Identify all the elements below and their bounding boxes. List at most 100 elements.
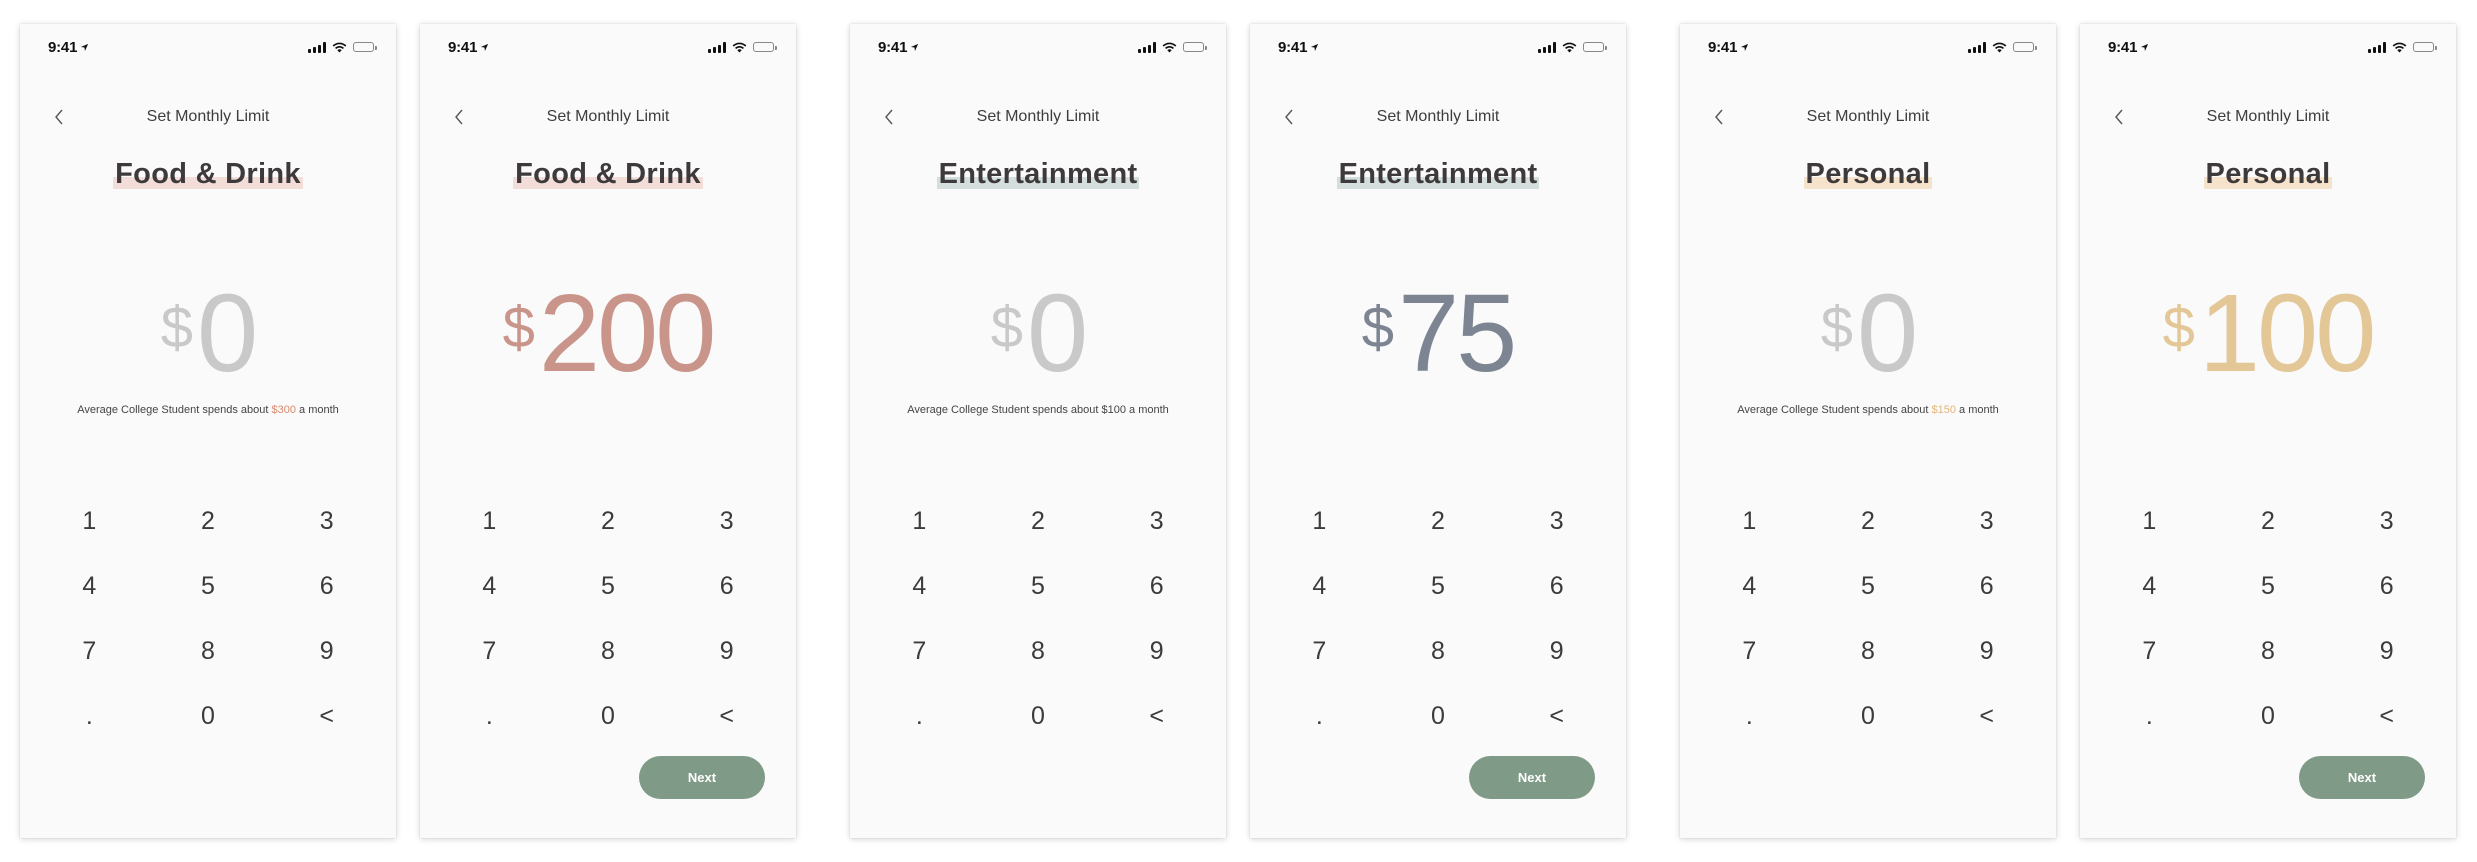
key-9[interactable]: 9 <box>667 619 786 684</box>
key-4[interactable]: 4 <box>430 554 549 619</box>
key-backspace[interactable]: < <box>1497 684 1616 749</box>
key-2[interactable]: 2 <box>1809 489 1928 554</box>
number-keypad: 1 2 3 4 5 6 7 8 9 . 0 < <box>30 489 386 749</box>
status-bar: 9:41 <box>1708 37 2037 57</box>
key-decimal[interactable]: . <box>30 684 149 749</box>
key-1[interactable]: 1 <box>2090 489 2209 554</box>
next-button[interactable]: Next <box>1469 756 1595 799</box>
key-4[interactable]: 4 <box>1690 554 1809 619</box>
key-decimal[interactable]: . <box>1690 684 1809 749</box>
key-backspace[interactable]: < <box>667 684 786 749</box>
key-2[interactable]: 2 <box>549 489 668 554</box>
key-2[interactable]: 2 <box>2209 489 2328 554</box>
key-4[interactable]: 4 <box>30 554 149 619</box>
key-7[interactable]: 7 <box>860 619 979 684</box>
next-button[interactable]: Next <box>639 756 765 799</box>
key-6[interactable]: 6 <box>1497 554 1616 619</box>
key-1[interactable]: 1 <box>1260 489 1379 554</box>
key-3[interactable]: 3 <box>1927 489 2046 554</box>
nav-bar: Set Monthly Limit <box>1680 104 2056 130</box>
location-arrow-icon <box>1741 43 1749 51</box>
category-title: Food & Drink <box>113 158 303 190</box>
key-6[interactable]: 6 <box>667 554 786 619</box>
key-1[interactable]: 1 <box>860 489 979 554</box>
key-decimal[interactable]: . <box>2090 684 2209 749</box>
key-2[interactable]: 2 <box>979 489 1098 554</box>
amount-display: $0 <box>1820 279 1918 389</box>
key-7[interactable]: 7 <box>430 619 549 684</box>
key-8[interactable]: 8 <box>149 619 268 684</box>
key-3[interactable]: 3 <box>1497 489 1616 554</box>
key-backspace[interactable]: < <box>1927 684 2046 749</box>
key-4[interactable]: 4 <box>860 554 979 619</box>
phone-screen-personal-filled: 9:41 Set Monthly Limit Personal $100 1 2… <box>2080 24 2456 838</box>
key-5[interactable]: 5 <box>979 554 1098 619</box>
battery-icon <box>353 42 377 52</box>
key-9[interactable]: 9 <box>267 619 386 684</box>
nav-title: Set Monthly Limit <box>976 108 1100 125</box>
key-9[interactable]: 9 <box>1097 619 1216 684</box>
average-spend-hint: Average College Student spends about $10… <box>907 404 1169 416</box>
key-8[interactable]: 8 <box>979 619 1098 684</box>
key-6[interactable]: 6 <box>1097 554 1216 619</box>
key-0[interactable]: 0 <box>2209 684 2328 749</box>
key-9[interactable]: 9 <box>1927 619 2046 684</box>
amount-value: 0 <box>197 272 258 395</box>
number-keypad: 1 2 3 4 5 6 7 8 9 . 0 < <box>1260 489 1616 749</box>
key-0[interactable]: 0 <box>149 684 268 749</box>
key-backspace[interactable]: < <box>1097 684 1216 749</box>
battery-icon <box>1583 42 1607 52</box>
average-spend-hint: Average College Student spends about $15… <box>1737 404 1999 416</box>
wifi-icon <box>1562 42 1577 52</box>
category-title: Personal <box>2203 158 2333 190</box>
key-9[interactable]: 9 <box>2327 619 2446 684</box>
key-1[interactable]: 1 <box>430 489 549 554</box>
key-8[interactable]: 8 <box>2209 619 2328 684</box>
key-8[interactable]: 8 <box>549 619 668 684</box>
status-icons <box>708 41 777 53</box>
key-5[interactable]: 5 <box>149 554 268 619</box>
key-1[interactable]: 1 <box>30 489 149 554</box>
next-button[interactable]: Next <box>2299 756 2425 799</box>
key-0[interactable]: 0 <box>549 684 668 749</box>
key-8[interactable]: 8 <box>1809 619 1928 684</box>
key-3[interactable]: 3 <box>2327 489 2446 554</box>
key-decimal[interactable]: . <box>430 684 549 749</box>
status-icons <box>308 41 377 53</box>
key-7[interactable]: 7 <box>30 619 149 684</box>
key-backspace[interactable]: < <box>2327 684 2446 749</box>
key-3[interactable]: 3 <box>267 489 386 554</box>
key-4[interactable]: 4 <box>2090 554 2209 619</box>
key-3[interactable]: 3 <box>667 489 786 554</box>
key-7[interactable]: 7 <box>1260 619 1379 684</box>
nav-bar: Set Monthly Limit <box>2080 104 2456 130</box>
key-9[interactable]: 9 <box>1497 619 1616 684</box>
key-7[interactable]: 7 <box>1690 619 1809 684</box>
key-1[interactable]: 1 <box>1690 489 1809 554</box>
key-0[interactable]: 0 <box>979 684 1098 749</box>
key-6[interactable]: 6 <box>2327 554 2446 619</box>
phone-screen-personal-empty: 9:41 Set Monthly Limit Personal $0 Avera… <box>1680 24 2056 838</box>
wifi-icon <box>732 42 747 52</box>
key-5[interactable]: 5 <box>2209 554 2328 619</box>
key-5[interactable]: 5 <box>549 554 668 619</box>
status-time: 9:41 <box>48 39 89 56</box>
key-8[interactable]: 8 <box>1379 619 1498 684</box>
key-2[interactable]: 2 <box>149 489 268 554</box>
key-5[interactable]: 5 <box>1379 554 1498 619</box>
key-6[interactable]: 6 <box>267 554 386 619</box>
key-2[interactable]: 2 <box>1379 489 1498 554</box>
key-6[interactable]: 6 <box>1927 554 2046 619</box>
currency-symbol: $ <box>1820 295 1854 360</box>
key-3[interactable]: 3 <box>1097 489 1216 554</box>
key-7[interactable]: 7 <box>2090 619 2209 684</box>
status-bar: 9:41 <box>878 37 1207 57</box>
key-decimal[interactable]: . <box>1260 684 1379 749</box>
cellular-signal-icon <box>1538 41 1556 53</box>
key-0[interactable]: 0 <box>1809 684 1928 749</box>
key-5[interactable]: 5 <box>1809 554 1928 619</box>
key-0[interactable]: 0 <box>1379 684 1498 749</box>
key-decimal[interactable]: . <box>860 684 979 749</box>
key-4[interactable]: 4 <box>1260 554 1379 619</box>
key-backspace[interactable]: < <box>267 684 386 749</box>
